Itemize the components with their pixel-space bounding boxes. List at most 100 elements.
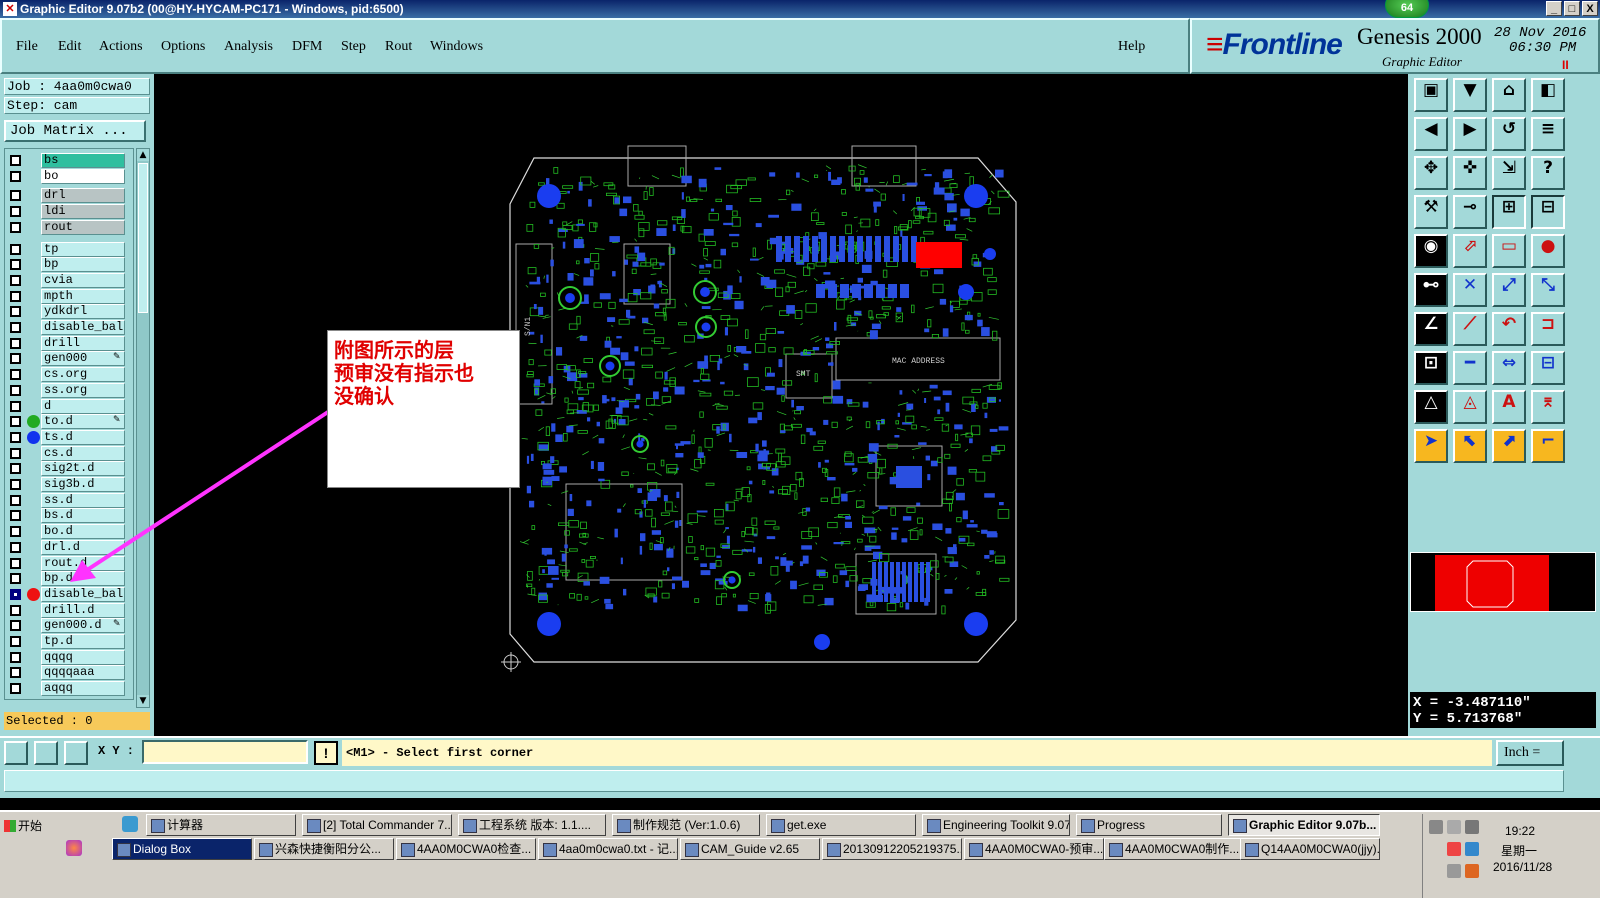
scroll-down-icon[interactable]: ▼ [137, 695, 149, 707]
taskbar-button[interactable]: 制作规范 (Ver:1.0.6) [612, 814, 760, 836]
layer-row[interactable]: drl [5, 188, 135, 204]
close-button[interactable]: X [1582, 1, 1598, 16]
layer-row[interactable]: rout.d [5, 555, 135, 571]
panel-icon[interactable]: ◧ [1531, 78, 1565, 112]
layer-row[interactable]: bp [5, 257, 135, 273]
layer-checkbox[interactable] [10, 526, 21, 538]
select-box-icon[interactable]: ⬈ [1492, 429, 1526, 463]
measure-icon[interactable]: ⇔ [1492, 351, 1526, 385]
layer-name[interactable]: d [41, 398, 125, 414]
menu-rout[interactable]: Rout [385, 39, 412, 55]
layer-name[interactable]: cs.org [41, 367, 125, 383]
layer-name[interactable]: qqqq [41, 649, 125, 665]
layer-checkbox[interactable] [10, 479, 21, 490]
layer-name[interactable]: bo.d [41, 524, 125, 540]
zoom-in-icon[interactable]: ◀ [1414, 117, 1448, 151]
snap-icon[interactable]: ⊸ [1453, 195, 1487, 229]
alert-icon[interactable]: ! [314, 741, 338, 765]
layer-name[interactable]: tp [41, 241, 125, 257]
layer-name[interactable]: mpth [41, 288, 125, 304]
layer-name[interactable]: disable_bala [41, 586, 125, 602]
taskbar-button[interactable]: Progress [1076, 814, 1222, 836]
tray-icon[interactable] [1447, 842, 1461, 856]
connect-icon[interactable]: ⊷ [1414, 273, 1448, 307]
taskbar-button[interactable]: 4AA0M0CWA0-预审... [964, 838, 1104, 860]
zoom-out-icon[interactable]: ▶ [1453, 117, 1487, 151]
measure-icon[interactable] [34, 741, 58, 765]
tray-icon[interactable] [1429, 820, 1443, 834]
taskbar-button[interactable]: Dialog Box [112, 838, 252, 860]
layer-checkbox[interactable] [10, 588, 21, 600]
drc-icon[interactable]: ⊟ [1531, 195, 1565, 229]
layer-name[interactable]: bp [41, 257, 125, 273]
layer-name[interactable]: drl.d [41, 539, 125, 555]
layer-checkbox[interactable] [10, 636, 21, 647]
taskbar-button[interactable]: 4AA0M0CWA0检查... [396, 838, 536, 860]
menu-windows[interactable]: Windows [430, 39, 483, 55]
layer-checkbox[interactable] [10, 683, 21, 695]
move-icon[interactable]: ⤢ [1492, 273, 1526, 307]
ruler-icon[interactable]: ▭ [1492, 234, 1526, 268]
select-icon[interactable]: ⊡ [1414, 351, 1448, 385]
layer-checkbox[interactable] [10, 431, 21, 443]
layer-row[interactable]: cs.d [5, 445, 135, 461]
layer-name[interactable]: bp.d [41, 571, 125, 587]
layer-name[interactable]: drill [41, 335, 125, 351]
menu-edit[interactable]: Edit [58, 39, 81, 55]
layer-checkbox[interactable] [10, 416, 21, 428]
layer-row[interactable]: ts.d [5, 429, 135, 445]
layer-name[interactable]: sig3b.d [41, 477, 125, 492]
taskbar-button[interactable]: CAM_Guide v2.65 [680, 838, 820, 860]
taskbar-button[interactable]: 4AA0M0CWA0制作... [1104, 838, 1244, 860]
layer-row[interactable]: cs.org [5, 367, 135, 383]
text-icon[interactable]: A [1492, 390, 1526, 424]
menu-actions[interactable]: Actions [99, 39, 143, 55]
layer-row[interactable]: gen000 ✎ [5, 351, 135, 367]
taskbar-button[interactable]: 20130912205219375... [822, 838, 962, 860]
layer-row[interactable]: ydkdrl [5, 304, 135, 320]
layer-name[interactable]: ss.d [41, 492, 125, 508]
layer-row[interactable]: rout [5, 219, 135, 235]
menu-dfm[interactable]: DFM [292, 39, 322, 55]
fit-icon[interactable]: ✥ [1414, 156, 1448, 190]
layer-row[interactable]: bo [5, 168, 135, 184]
layer-row[interactable]: mpth [5, 288, 135, 304]
select-arrow-icon[interactable]: ⬉ [1453, 429, 1487, 463]
layer-checkbox[interactable] [10, 206, 21, 218]
layer-checkbox[interactable] [10, 651, 21, 663]
pointer-icon[interactable]: ➤ [1414, 429, 1448, 463]
layer-checkbox[interactable] [10, 221, 21, 233]
layer-row[interactable]: bs.d [5, 508, 135, 524]
tray-icon[interactable] [1465, 820, 1479, 834]
layer-row[interactable]: to.d ✎ [5, 414, 135, 430]
surface-icon[interactable]: △ [1414, 390, 1448, 424]
layer-name[interactable]: aqqq [41, 681, 125, 697]
layer-row[interactable]: drill.d [5, 602, 135, 618]
grid-icon[interactable] [64, 741, 88, 765]
home-icon[interactable]: ⌂ [1492, 78, 1526, 112]
layer-checkbox[interactable] [10, 557, 21, 569]
layer-checkbox[interactable] [10, 337, 21, 349]
layer-name[interactable]: bo [41, 168, 125, 184]
menu-step[interactable]: Step [341, 39, 366, 55]
layer-checkbox[interactable] [10, 510, 21, 522]
quicklaunch-icon[interactable] [66, 840, 82, 856]
layer-checkbox[interactable] [10, 463, 21, 475]
edit-line-icon[interactable]: ⟋ [1453, 312, 1487, 346]
layer-checkbox[interactable] [10, 259, 21, 271]
layer-row[interactable]: qqqq [5, 649, 135, 665]
layer-name[interactable]: qqqqaaa [41, 665, 125, 681]
layer-name[interactable]: sig2t.d [41, 461, 125, 477]
layer-row[interactable]: ss.d [5, 492, 135, 508]
layer-name[interactable]: ts.d [41, 429, 125, 445]
save-icon[interactable]: ▼ [1453, 78, 1487, 112]
scroll-thumb[interactable] [138, 163, 148, 313]
delete-icon[interactable]: ✕ [1453, 273, 1487, 307]
layer-checkbox[interactable] [10, 541, 21, 553]
group-icon[interactable]: ⊟ [1531, 351, 1565, 385]
layer-name[interactable]: ydkdrl [41, 304, 125, 320]
layer-checkbox[interactable] [10, 190, 21, 202]
layer-name[interactable]: ldi [41, 204, 125, 220]
layer-name[interactable]: bs [41, 153, 125, 168]
layer-name[interactable]: cvia [41, 272, 125, 288]
